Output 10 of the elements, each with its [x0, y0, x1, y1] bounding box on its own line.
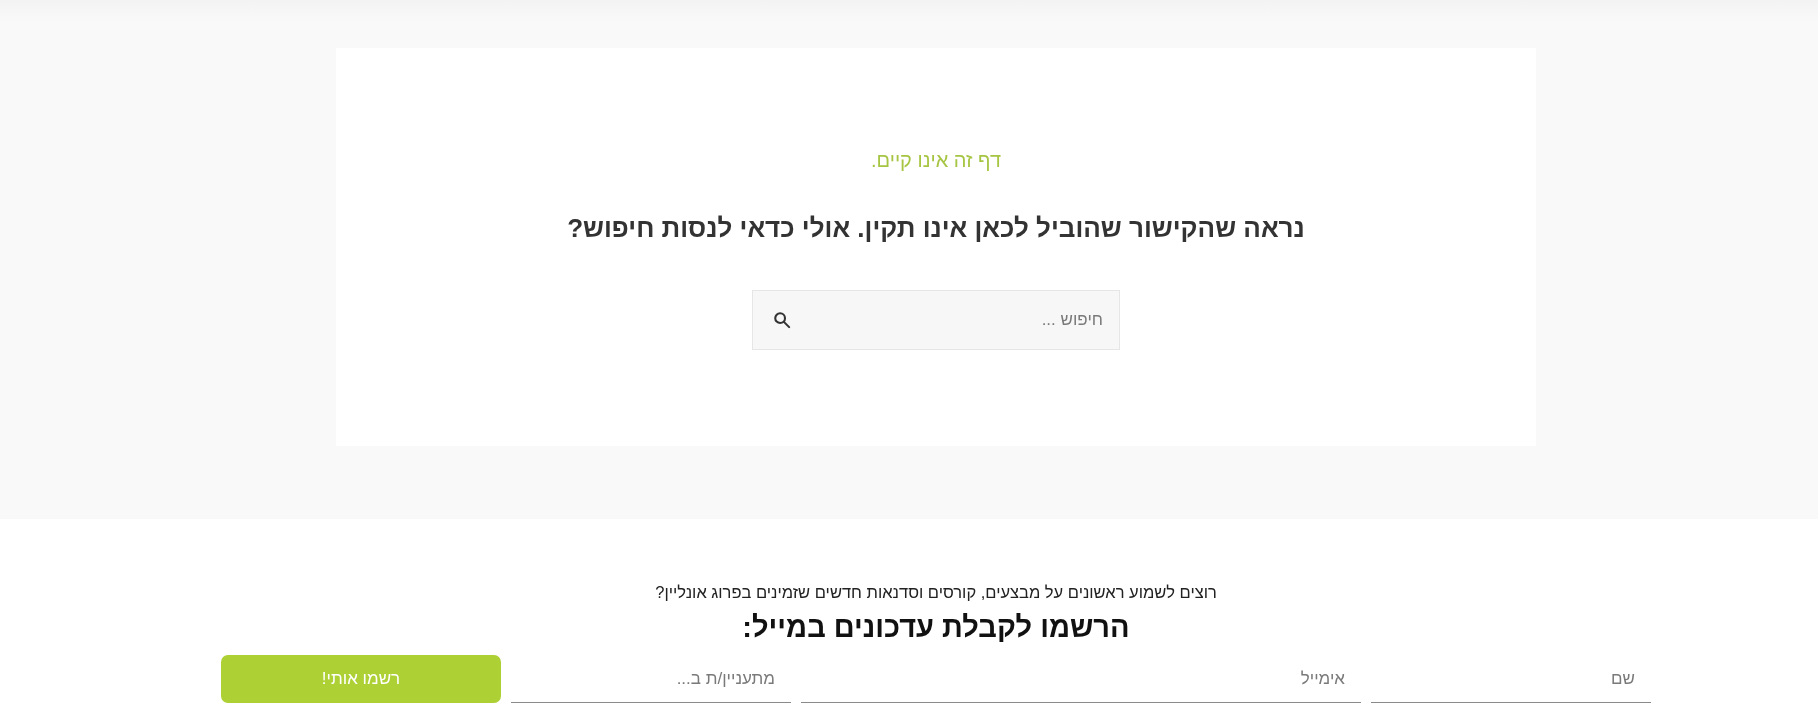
search-field[interactable]: חיפוש ...	[752, 290, 1120, 350]
newsletter-intro: רוצים לשמוע ראשונים על מבצעים, קורסים וסדנאות חדשים שזמינים בפרוג אונליין?	[655, 582, 1217, 603]
not-found-title: דף זה אינו קיים.	[871, 148, 1001, 172]
newsletter-heading: הרשמו לקבלת עדכונים במייל:	[742, 610, 1130, 644]
input-field[interactable]: שם	[1371, 655, 1651, 703]
input-field[interactable]: אימייל	[801, 655, 1361, 703]
input-field[interactable]: מתעניין/ת ב...	[511, 655, 791, 703]
not-found-message: נראה שהקישור שהוביל לכאן אינו תקין. אולי כדאי לנסות חיפוש?	[567, 212, 1305, 244]
search-icon[interactable]	[773, 311, 791, 329]
submit-button[interactable]: רשמו אותי!	[221, 655, 501, 703]
